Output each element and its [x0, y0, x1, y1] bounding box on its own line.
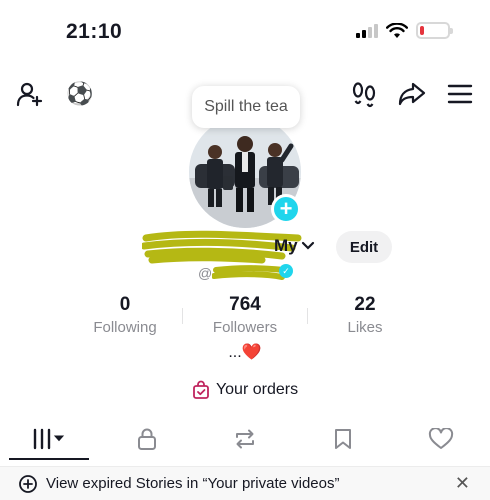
shopping-bag-icon: [193, 380, 209, 399]
edit-profile-button[interactable]: Edit: [336, 231, 392, 263]
wifi-icon: [386, 22, 408, 38]
stat-likes[interactable]: 22 Likes: [310, 294, 420, 336]
your-orders-link[interactable]: Your orders: [0, 380, 490, 400]
banner-text: View expired Stories in “Your private vi…: [46, 475, 340, 492]
footprints-icon[interactable]: [350, 80, 378, 108]
tab-reposts[interactable]: [213, 420, 277, 458]
profile-stats: 0 Following 764 Followers 22 Likes: [70, 294, 420, 336]
add-circle-icon: [19, 474, 37, 493]
stat-label: Followers: [212, 319, 278, 336]
handle-redaction-scribble: [212, 265, 288, 280]
stat-divider: [307, 308, 308, 324]
battery-low-icon: [416, 22, 453, 39]
add-story-button[interactable]: +: [271, 194, 301, 224]
close-icon[interactable]: ✕: [455, 473, 470, 494]
heart-emoji-icon: ❤️: [241, 344, 262, 361]
status-icons: [356, 22, 453, 39]
soccer-ball-icon[interactable]: ⚽: [66, 80, 94, 108]
chevron-down-icon[interactable]: [301, 241, 315, 251]
stat-value: 764: [229, 294, 261, 315]
add-friend-icon[interactable]: [16, 80, 44, 108]
tab-private[interactable]: [115, 420, 179, 458]
tab-videos[interactable]: [9, 420, 89, 460]
profile-tabs: [0, 420, 490, 460]
repost-icon: [236, 429, 254, 449]
cellular-signal-icon: [356, 23, 378, 38]
menu-icon[interactable]: [446, 80, 474, 108]
name-partial-text: My: [274, 236, 298, 255]
stat-label: Likes: [347, 319, 383, 336]
lock-icon: [138, 428, 156, 450]
stat-label: Following: [93, 319, 157, 336]
share-arrow-icon[interactable]: [398, 80, 426, 108]
profile-handle: @: [198, 262, 288, 284]
profile-name: My: [142, 230, 322, 264]
expired-stories-banner[interactable]: View expired Stories in “Your private vi…: [0, 466, 490, 500]
handle-prefix: @: [198, 265, 213, 281]
your-orders-label: Your orders: [215, 381, 299, 398]
grid-bars-icon: [33, 428, 65, 450]
profile-bio[interactable]: ...❤️: [0, 342, 490, 362]
stat-following[interactable]: 0 Following: [70, 294, 180, 336]
bookmark-icon: [335, 429, 351, 449]
heart-outline-icon: [428, 428, 454, 449]
bio-dots: ...: [228, 344, 242, 361]
profile-note-bubble[interactable]: Spill the tea: [192, 86, 300, 128]
stat-value: 0: [119, 294, 131, 315]
verified-icon: ✓: [279, 264, 293, 278]
tab-favorites[interactable]: [311, 420, 375, 458]
stat-followers[interactable]: 764 Followers: [182, 294, 308, 336]
status-time: 21:10: [66, 20, 123, 43]
stat-value: 22: [354, 294, 376, 315]
tab-liked[interactable]: [409, 420, 473, 458]
stat-divider: [182, 308, 183, 324]
